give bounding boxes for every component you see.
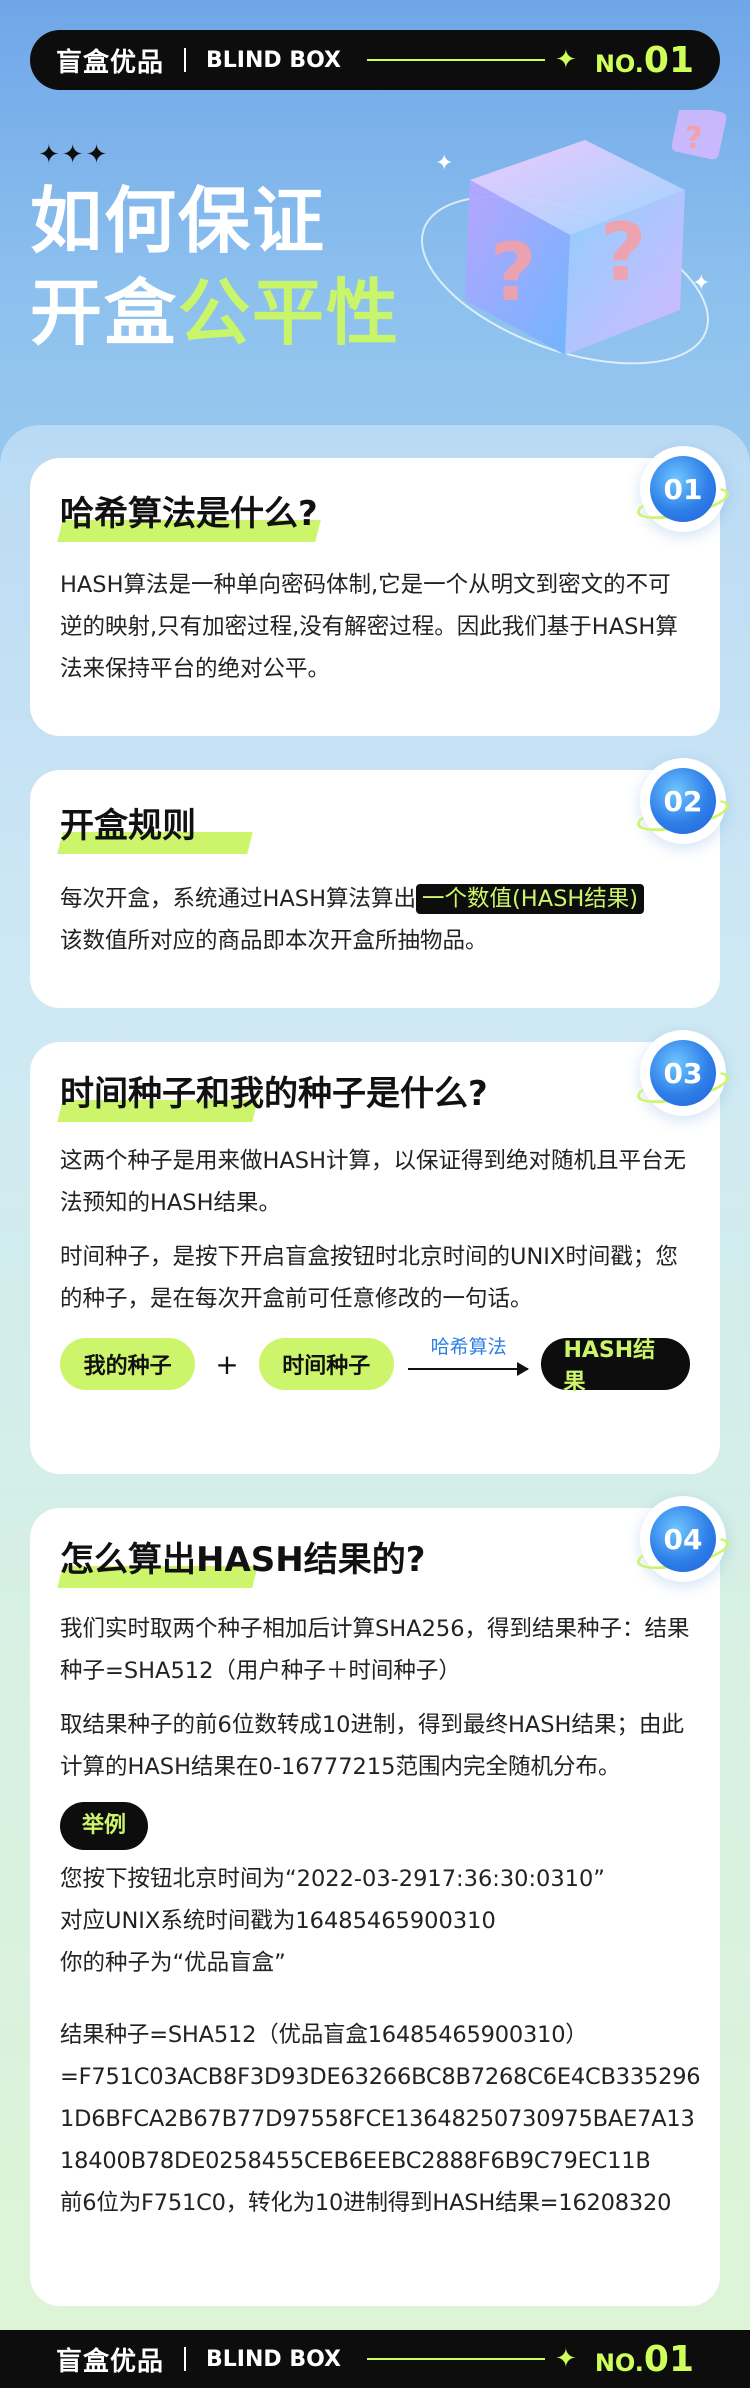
sparkle-icon: ✦ [555, 2344, 577, 2374]
section-body: 时间种子，是按下开启盲盒按钮时北京时间的UNIX时间戳；您的种子，是在每次开盒前… [60, 1244, 678, 1312]
svg-text:?: ? [600, 206, 646, 299]
result-block: 结果种子=SHA512（优品盲盒16485465900310） =F751C03… [60, 2022, 701, 2216]
section-card-03: 03 时间种子和我的种子是什么? 这两个种子是用来做HASH计算，以保证得到绝对… [30, 1030, 732, 1474]
section-title: 怎么算出HASH结果的? [57, 1538, 425, 1588]
example-tag: 举例 [60, 1802, 149, 1850]
section-body: HASH算法是一种单向密码体制,它是一个从明文到密文的不可逆的映射,只有加密过程… [60, 572, 678, 682]
section-body: 这两个种子是用来做HASH计算，以保证得到绝对随机且平台无法预知的HASH结果。 [60, 1148, 687, 1216]
top-brand-bar: 盲盒优品 BLIND BOX ✦ NO.01 [30, 30, 720, 90]
brand-name-cn: 盲盒优品 [56, 47, 165, 78]
brand-name-en: BLIND BOX [206, 47, 341, 73]
section-title: 开盒规则 [57, 804, 253, 854]
brand-divider [184, 2347, 187, 2371]
brand-line [366, 2358, 546, 2360]
time-seed-pill: 时间种子 [258, 1338, 394, 1390]
section-body: 每次开盒，系统通过HASH算法算出 一个数值(HASH结果) 该数值所对应的商品即… [60, 878, 690, 962]
arrow-right-icon [517, 1362, 530, 1376]
hash-result-highlight: 一个数值(HASH结果) [416, 884, 645, 914]
issue-number: NO.01 [594, 2338, 694, 2380]
section-number-badge: 04 [634, 1496, 732, 1582]
section-number-badge: 03 [634, 1030, 732, 1116]
hash-flow-diagram: 我的种子 + 时间种子 哈希算法 HASH结果 [60, 1336, 690, 1395]
svg-text:?: ? [685, 121, 702, 156]
section-body: 取结果种子的前6位数转成10进制，得到最终HASH结果；由此计算的HASH结果在… [60, 1712, 684, 1780]
hash-arrow: 哈希算法 [407, 1336, 530, 1390]
section-card-02: 02 开盒规则 每次开盒，系统通过HASH算法算出 一个数值(HASH结果) 该数… [30, 758, 732, 1008]
svg-text:✦: ✦ [692, 271, 710, 296]
my-seed-pill: 我的种子 [60, 1338, 196, 1390]
brand-name-cn: 盲盒优品 [56, 2346, 165, 2377]
issue-number: NO.01 [594, 39, 694, 81]
hash-result-pill: HASH结果 [541, 1338, 690, 1395]
svg-text:?: ? [490, 226, 536, 319]
section-title: 哈希算法是什么? [57, 492, 321, 542]
bottom-brand-bar: 盲盒优品 BLIND BOX ✦ NO.01 [0, 2330, 750, 2388]
section-card-04: 04 怎么算出HASH结果的? 我们实时取两个种子相加后计算SHA256，得到结… [30, 1496, 732, 2306]
section-number-badge: 02 [634, 758, 732, 844]
sparkle-icon: ✦ [555, 45, 577, 75]
section-title: 时间种子和我的种子是什么? [57, 1072, 488, 1122]
section-number-badge: 01 [634, 446, 732, 532]
example-block: 您按下按钮北京时间为“2022-03-2917:36:30:0310” 对应UN… [60, 1866, 605, 1976]
decor-stars-icon: ✦✦✦ [38, 140, 110, 170]
page-title: 如何保证 开盒公平性 [30, 179, 401, 355]
brand-divider [184, 48, 187, 72]
svg-text:✦: ✦ [435, 151, 453, 176]
mystery-box-illustration: ? ? ? ? ✦ ✦ [421, 110, 727, 365]
section-body: 我们实时取两个种子相加后计算SHA256，得到结果种子：结果种子=SHA512（… [60, 1616, 690, 1684]
brand-name-en: BLIND BOX [206, 2346, 341, 2372]
brand-line [366, 59, 546, 61]
section-card-01: 01 哈希算法是什么? HASH算法是一种单向密码体制,它是一个从明文到密文的不… [30, 446, 732, 736]
plus-icon: + [215, 1347, 239, 1381]
